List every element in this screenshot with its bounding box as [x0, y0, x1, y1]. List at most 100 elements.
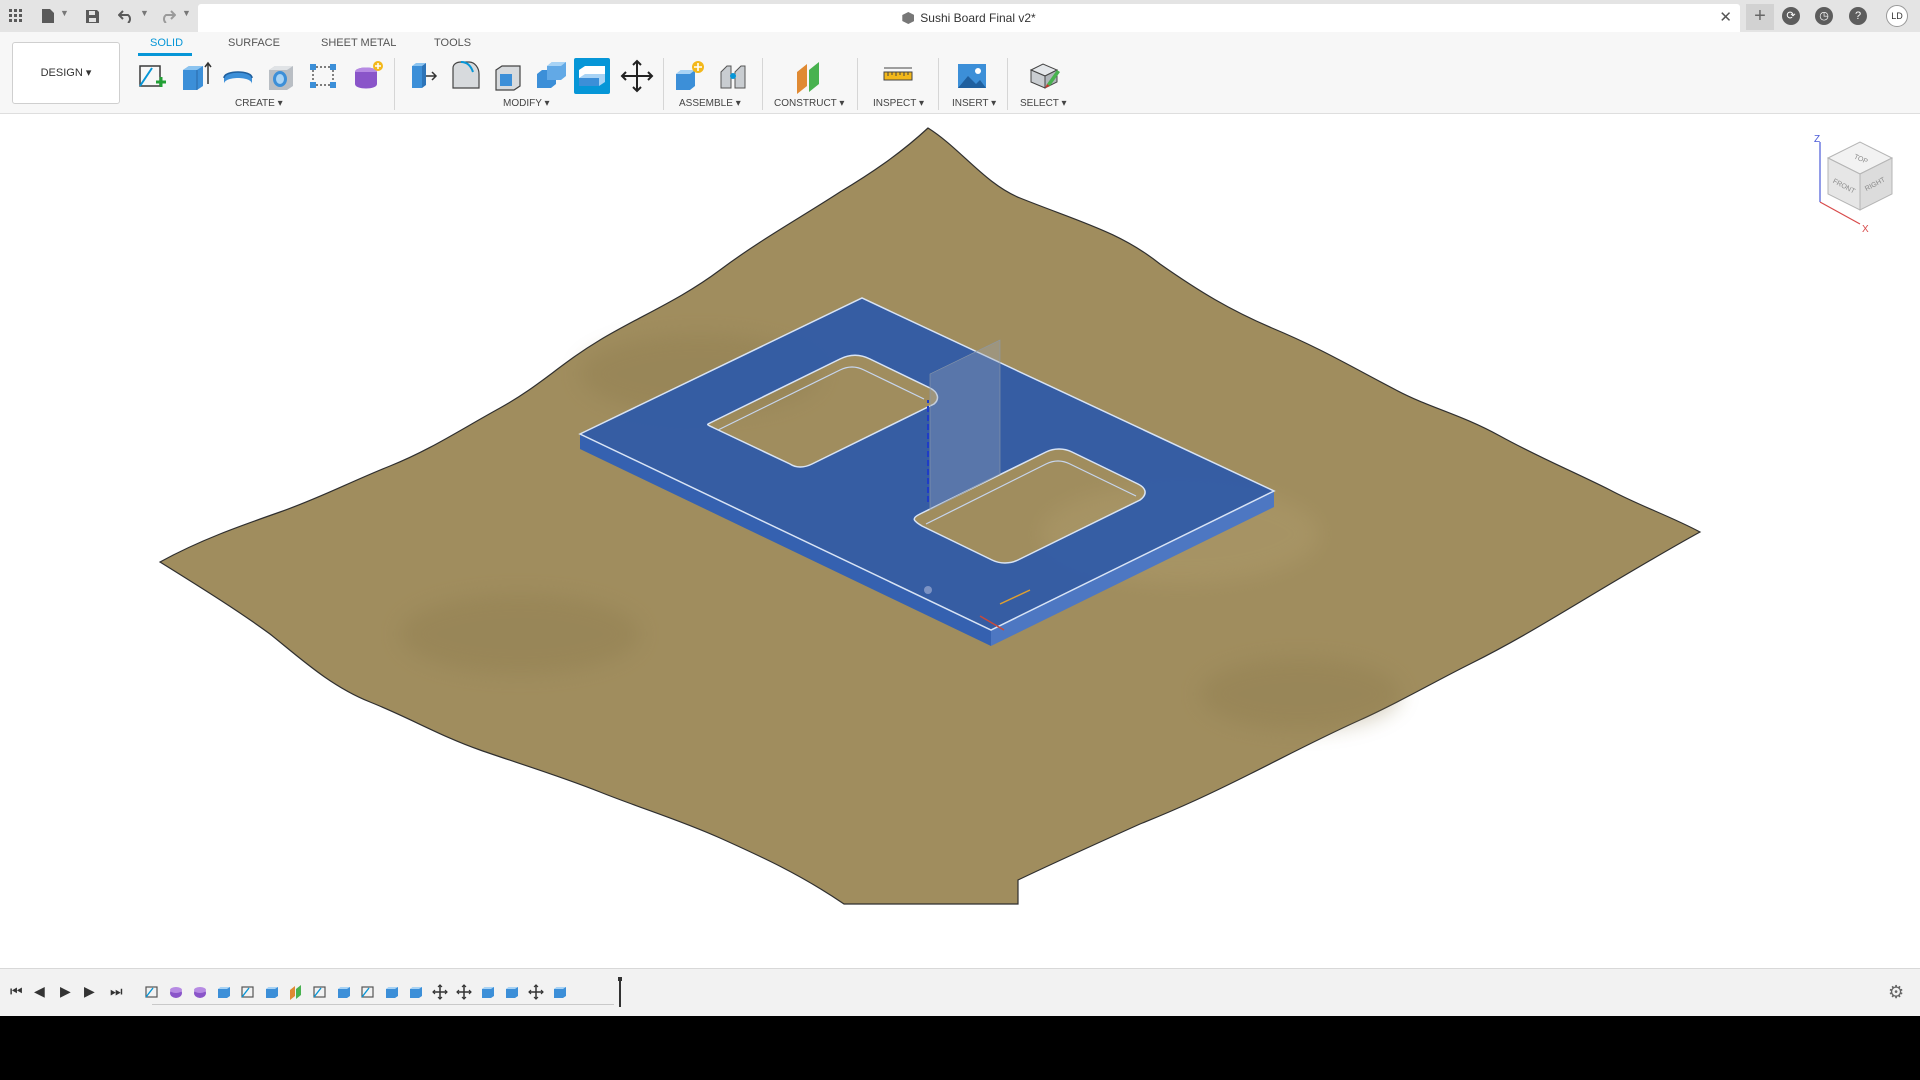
timeline-feature-extrude-icon[interactable] — [264, 984, 280, 1000]
tab-tools[interactable]: TOOLS — [434, 37, 471, 49]
joint-icon[interactable] — [715, 58, 751, 94]
tab-surface[interactable]: SURFACE — [228, 37, 280, 49]
extrude-icon[interactable] — [177, 58, 213, 94]
construct-menu[interactable]: CONSTRUCT ▾ — [774, 98, 844, 109]
assemble-menu[interactable]: ASSEMBLE ▾ — [679, 98, 741, 109]
workspace-label: DESIGN — [40, 67, 83, 79]
toolbar-divider — [857, 58, 858, 110]
revolve-icon[interactable] — [220, 58, 256, 94]
create-sketch-icon[interactable] — [134, 58, 170, 94]
redo-icon[interactable] — [158, 6, 178, 26]
toolbar-divider — [663, 58, 664, 110]
file-icon[interactable] — [38, 6, 58, 26]
job-status-icon[interactable]: ◷ — [1815, 7, 1833, 25]
viewcube-z-label: Z — [1814, 134, 1820, 145]
timeline-feature-move-icon[interactable] — [528, 984, 544, 1000]
step-back-icon[interactable]: ◀ — [34, 983, 45, 1000]
undo-icon[interactable] — [116, 6, 136, 26]
step-forward-icon[interactable]: ▶ — [84, 983, 95, 1000]
hole-icon[interactable] — [263, 58, 299, 94]
play-icon[interactable]: ▶ — [60, 983, 71, 1000]
timeline-marker[interactable] — [618, 977, 622, 1007]
active-tab-indicator — [138, 53, 192, 56]
document-cube-icon — [902, 12, 915, 24]
timeline-feature-sketch-icon[interactable] — [144, 984, 160, 1000]
timeline-feature-sketch-icon[interactable] — [240, 984, 256, 1000]
press-pull-icon[interactable] — [404, 58, 440, 94]
inspect-label: INSPECT — [873, 98, 917, 109]
redo-caret-icon[interactable]: ▼ — [182, 8, 191, 18]
tab-sheet-metal[interactable]: SHEET METAL — [321, 37, 396, 49]
timeline-feature-form-icon[interactable] — [168, 984, 184, 1000]
insert-menu[interactable]: INSERT ▾ — [952, 98, 996, 109]
assemble-label: ASSEMBLE — [679, 98, 733, 109]
viewcube-x-label: X — [1862, 224, 1869, 234]
create-form-icon[interactable] — [349, 58, 385, 94]
select-icon[interactable] — [1027, 58, 1063, 94]
close-icon[interactable]: ✕ — [1719, 8, 1732, 26]
document-title: Sushi Board Final v2* — [198, 11, 1740, 25]
help-icon[interactable]: ? — [1849, 7, 1867, 25]
extensions-icon[interactable]: ⟳ — [1782, 7, 1800, 25]
construct-label: CONSTRUCT — [774, 98, 837, 109]
timeline-feature-extrude-icon[interactable] — [552, 984, 568, 1000]
fusion-app-window: ▼ ▼ ▼ Sushi Board Final v2* ✕ + ⟳ ◷ ? LD… — [0, 0, 1920, 1080]
document-title-text: Sushi Board Final v2* — [920, 11, 1036, 25]
create-menu[interactable]: CREATE ▾ — [235, 98, 283, 109]
viewcube[interactable]: TOP FRONT RIGHT Z X — [1808, 134, 1904, 234]
canvas-viewport[interactable]: TOP FRONT RIGHT Z X — [0, 114, 1920, 968]
title-bar: ▼ ▼ ▼ Sushi Board Final v2* ✕ + ⟳ ◷ ? LD — [0, 0, 1920, 32]
timeline-feature-extrude-icon[interactable] — [480, 984, 496, 1000]
shell-icon[interactable] — [490, 58, 526, 94]
timeline-feature-extrude-icon[interactable] — [408, 984, 424, 1000]
insert-label: INSERT — [952, 98, 989, 109]
combine-icon[interactable] — [533, 58, 569, 94]
select-label: SELECT — [1020, 98, 1059, 109]
terrain-surface[interactable] — [158, 127, 1702, 905]
create-label: CREATE — [235, 98, 275, 109]
timeline-feature-extrude-icon[interactable] — [504, 984, 520, 1000]
move-copy-icon[interactable] — [619, 58, 655, 94]
toolbar-divider — [762, 58, 763, 110]
timeline: ⏮ ◀ ▶ ▶ ⏭ ⚙ — [0, 968, 1920, 1016]
timeline-feature-form-icon[interactable] — [192, 984, 208, 1000]
avatar[interactable]: LD — [1886, 5, 1908, 27]
screen-bottom-bar — [0, 1016, 1920, 1080]
3d-scene[interactable] — [0, 114, 1920, 968]
skip-end-icon[interactable]: ⏭ — [110, 983, 123, 1000]
measure-icon[interactable] — [880, 58, 916, 94]
pattern-icon[interactable] — [306, 58, 342, 94]
apps-grid-icon[interactable] — [6, 6, 26, 26]
save-icon[interactable] — [82, 6, 102, 26]
insert-image-icon[interactable] — [954, 58, 990, 94]
modify-menu[interactable]: MODIFY ▾ — [503, 98, 550, 109]
document-tab[interactable]: Sushi Board Final v2* ✕ — [198, 4, 1740, 32]
timeline-feature-extrude-icon[interactable] — [216, 984, 232, 1000]
timeline-track — [152, 1004, 614, 1005]
timeline-feature-plane-icon[interactable] — [288, 984, 304, 1000]
timeline-settings-gear-icon[interactable]: ⚙ — [1888, 982, 1904, 1003]
undo-caret-icon[interactable]: ▼ — [140, 8, 149, 18]
workspace-switcher-button[interactable]: DESIGN ▾ — [12, 42, 120, 104]
file-menu-caret-icon[interactable]: ▼ — [60, 8, 69, 18]
toolbar-divider — [1007, 58, 1008, 110]
offset-face-icon[interactable] — [574, 58, 610, 94]
fillet-icon[interactable] — [447, 58, 483, 94]
timeline-feature-sketch-icon[interactable] — [312, 984, 328, 1000]
modify-label: MODIFY — [503, 98, 542, 109]
toolbar-divider — [938, 58, 939, 110]
skip-start-icon[interactable]: ⏮ — [10, 983, 23, 1000]
toolbar: DESIGN ▾ SOLID SURFACE SHEET METAL TOOLS… — [0, 32, 1920, 114]
origin-point[interactable] — [924, 586, 932, 594]
plus-icon[interactable]: + — [1746, 4, 1774, 30]
timeline-feature-sketch-icon[interactable] — [360, 984, 376, 1000]
timeline-feature-extrude-icon[interactable] — [384, 984, 400, 1000]
timeline-feature-extrude-icon[interactable] — [336, 984, 352, 1000]
timeline-feature-move-icon[interactable] — [456, 984, 472, 1000]
tab-solid[interactable]: SOLID — [150, 37, 183, 49]
new-component-icon[interactable] — [672, 58, 708, 94]
offset-plane-icon[interactable] — [791, 58, 827, 94]
select-menu[interactable]: SELECT ▾ — [1020, 98, 1067, 109]
timeline-feature-move-icon[interactable] — [432, 984, 448, 1000]
inspect-menu[interactable]: INSPECT ▾ — [873, 98, 924, 109]
